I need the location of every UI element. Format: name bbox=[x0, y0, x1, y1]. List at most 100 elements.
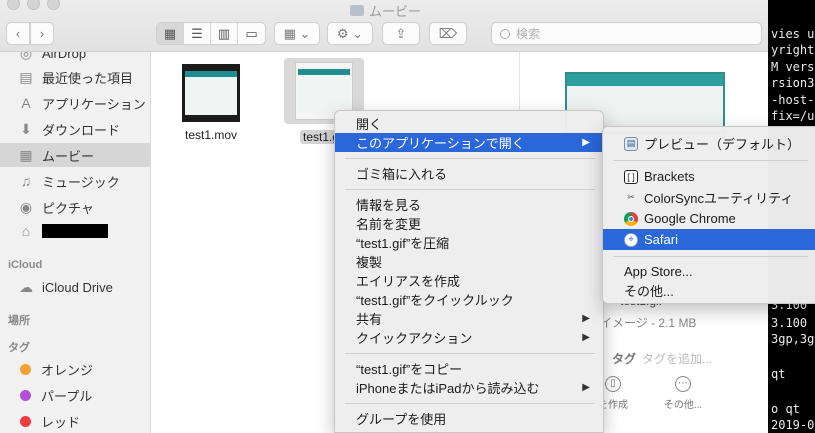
gear-icon: ⚙ ⌄ bbox=[336, 25, 364, 41]
submenu-arrow-icon: ▶ bbox=[582, 382, 590, 393]
applications-icon: A bbox=[21, 95, 31, 111]
sidebar-item-applications[interactable]: A アプリケーション bbox=[0, 91, 150, 115]
submenu-item-chrome[interactable]: Google Chrome bbox=[603, 208, 815, 229]
sidebar-item-label: レッド bbox=[41, 414, 81, 430]
menu-separator bbox=[345, 353, 595, 354]
file-name: test1.mov bbox=[184, 128, 238, 142]
submenu-arrow-icon: ▶ bbox=[582, 332, 590, 343]
window-title-text: ムービー bbox=[369, 4, 422, 19]
sidebar-item-label: ミュージック bbox=[42, 174, 120, 190]
submenu-item-brackets[interactable]: [ ] Brackets bbox=[603, 166, 815, 187]
menu-separator bbox=[613, 256, 808, 257]
submenu-item-app-store[interactable]: App Store... bbox=[603, 261, 815, 282]
purple-tag-icon bbox=[20, 389, 31, 401]
video-thumbnail bbox=[182, 64, 240, 122]
recents-icon: ▤ bbox=[19, 68, 33, 85]
terminal-line: vies uc bbox=[771, 27, 815, 41]
sidebar-item-label: オレンジ bbox=[41, 362, 94, 378]
search-icon bbox=[500, 28, 510, 39]
zoom-window-button[interactable] bbox=[47, 0, 60, 10]
menu-item-open[interactable]: 開く bbox=[335, 114, 603, 133]
menu-item-duplicate[interactable]: 複製 bbox=[335, 252, 603, 271]
sidebar-tag-purple[interactable]: パープル bbox=[0, 383, 150, 407]
submenu-item-colorsync[interactable]: ✂ ColorSyncユーティリティ bbox=[603, 187, 815, 208]
terminal-line: fix=/us bbox=[771, 109, 815, 123]
preview-app-icon: ▤ bbox=[624, 136, 638, 151]
icon-view-icon[interactable]: ▦ bbox=[157, 23, 184, 44]
section-heading-icloud: iCloud bbox=[8, 259, 43, 271]
menu-item-open-with[interactable]: このアプリケーションで開く ▶ bbox=[335, 133, 603, 152]
sidebar-tag-orange[interactable]: オレンジ bbox=[0, 357, 150, 381]
action-button[interactable]: ⚙ ⌄ bbox=[327, 22, 373, 45]
terminal-line: rsion3. bbox=[771, 76, 815, 90]
sidebar-item-airdrop[interactable]: ◎ AirDrop bbox=[0, 52, 150, 65]
folder-icon bbox=[350, 5, 364, 16]
menu-item-quick-actions[interactable]: クイックアクション ▶ bbox=[335, 328, 603, 347]
view-mode-selector: ▦ ☰ ▥ ▭ bbox=[156, 22, 266, 45]
forward-button[interactable]: › bbox=[30, 22, 54, 45]
group-button[interactable]: ▦ ⌄ bbox=[274, 22, 320, 45]
sidebar-item-label: ムービー bbox=[42, 148, 95, 164]
menu-item-use-groups[interactable]: グループを使用 bbox=[335, 409, 603, 428]
gallery-view-icon[interactable]: ▭ bbox=[238, 23, 265, 44]
back-button[interactable]: ‹ bbox=[6, 22, 30, 45]
section-heading-tags: タグ bbox=[8, 342, 30, 354]
search-field[interactable]: 検索 bbox=[491, 22, 762, 45]
menu-item-share[interactable]: 共有 ▶ bbox=[335, 309, 603, 328]
sidebar-tag-red[interactable]: レッド bbox=[0, 409, 150, 433]
tag-button[interactable]: ⌦ bbox=[429, 22, 467, 45]
music-icon: ♫ bbox=[20, 173, 32, 189]
submenu-arrow-icon: ▶ bbox=[582, 137, 590, 148]
menu-item-copy[interactable]: “test1.gif”をコピー bbox=[335, 359, 603, 378]
menu-item-import-from-iphone[interactable]: iPhoneまたはiPadから読み込む ▶ bbox=[335, 378, 603, 397]
sidebar-item-pictures[interactable]: ◉ ピクチャ bbox=[0, 195, 150, 219]
terminal-line: yright bbox=[771, 43, 815, 57]
sidebar-item-movies[interactable]: ▦ ムービー bbox=[0, 143, 150, 167]
red-tag-icon bbox=[20, 415, 31, 427]
search-placeholder: 検索 bbox=[516, 27, 541, 41]
chevron-left-icon: ‹ bbox=[15, 26, 21, 41]
list-view-icon[interactable]: ☰ bbox=[184, 23, 211, 44]
menu-item-rename[interactable]: 名前を変更 bbox=[335, 214, 603, 233]
submenu-arrow-icon: ▶ bbox=[582, 313, 590, 324]
more-action-button[interactable]: ⋯ その他... bbox=[658, 376, 708, 411]
terminal-line: 3gp,3g2 bbox=[771, 332, 815, 346]
tag-icon: ⌦ bbox=[438, 25, 458, 41]
menu-separator bbox=[345, 158, 595, 159]
submenu-item-safari[interactable]: ⌖ Safari bbox=[603, 229, 815, 250]
close-window-button[interactable] bbox=[7, 0, 20, 10]
preview-tags-input[interactable]: タグを追加... bbox=[642, 350, 712, 367]
minimize-window-button[interactable] bbox=[27, 0, 40, 10]
terminal-line: -host-i bbox=[771, 93, 815, 107]
sidebar-item-label: ダウンロード bbox=[42, 122, 121, 138]
sidebar-item-music[interactable]: ♫ ミュージック bbox=[0, 169, 150, 193]
sidebar-item-home[interactable]: ⌂ bbox=[0, 219, 150, 243]
share-button[interactable]: ⇪ bbox=[382, 22, 420, 45]
sidebar-item-label: iCloud Drive bbox=[42, 279, 113, 295]
window-title: ムービー bbox=[350, 1, 421, 20]
pictures-icon: ◉ bbox=[19, 198, 33, 215]
menu-item-get-info[interactable]: 情報を見る bbox=[335, 195, 603, 214]
column-view-icon[interactable]: ▥ bbox=[211, 23, 238, 44]
menu-item-compress[interactable]: “test1.gif”を圧縮 bbox=[335, 233, 603, 252]
sidebar-item-label: AirDrop bbox=[42, 52, 87, 61]
chevron-right-icon: › bbox=[39, 26, 45, 41]
terminal-line: qt bbox=[771, 367, 786, 381]
context-menu: 開く このアプリケーションで開く ▶ ゴミ箱に入れる 情報を見る 名前を変更 “… bbox=[334, 110, 604, 433]
sidebar-item-icloud-drive[interactable]: ☁ iCloud Drive bbox=[0, 275, 150, 299]
submenu-item-preview[interactable]: ▤ プレビュー（デフォルト） bbox=[603, 133, 815, 154]
share-icon: ⇪ bbox=[395, 25, 407, 41]
submenu-item-other[interactable]: その他... bbox=[603, 280, 815, 301]
chrome-icon bbox=[624, 211, 638, 226]
sidebar-item-downloads[interactable]: ⬇ ダウンロード bbox=[0, 117, 150, 141]
file-item-mov[interactable]: test1.mov bbox=[171, 64, 251, 142]
preview-kind-size: イメージ - 2.1 MB bbox=[600, 316, 697, 330]
menu-item-move-to-trash[interactable]: ゴミ箱に入れる bbox=[335, 164, 603, 183]
menu-separator bbox=[613, 160, 808, 161]
menu-item-make-alias[interactable]: エイリアスを作成 bbox=[335, 271, 603, 290]
sidebar-item-label: ピクチャ bbox=[42, 200, 94, 216]
colorsync-icon: ✂ bbox=[627, 192, 635, 202]
sidebar-item-recents[interactable]: ▤ 最近使った項目 bbox=[0, 65, 150, 89]
menu-item-quick-look[interactable]: “test1.gif”をクイックルック bbox=[335, 290, 603, 309]
document-icon: ▯ bbox=[605, 376, 621, 392]
